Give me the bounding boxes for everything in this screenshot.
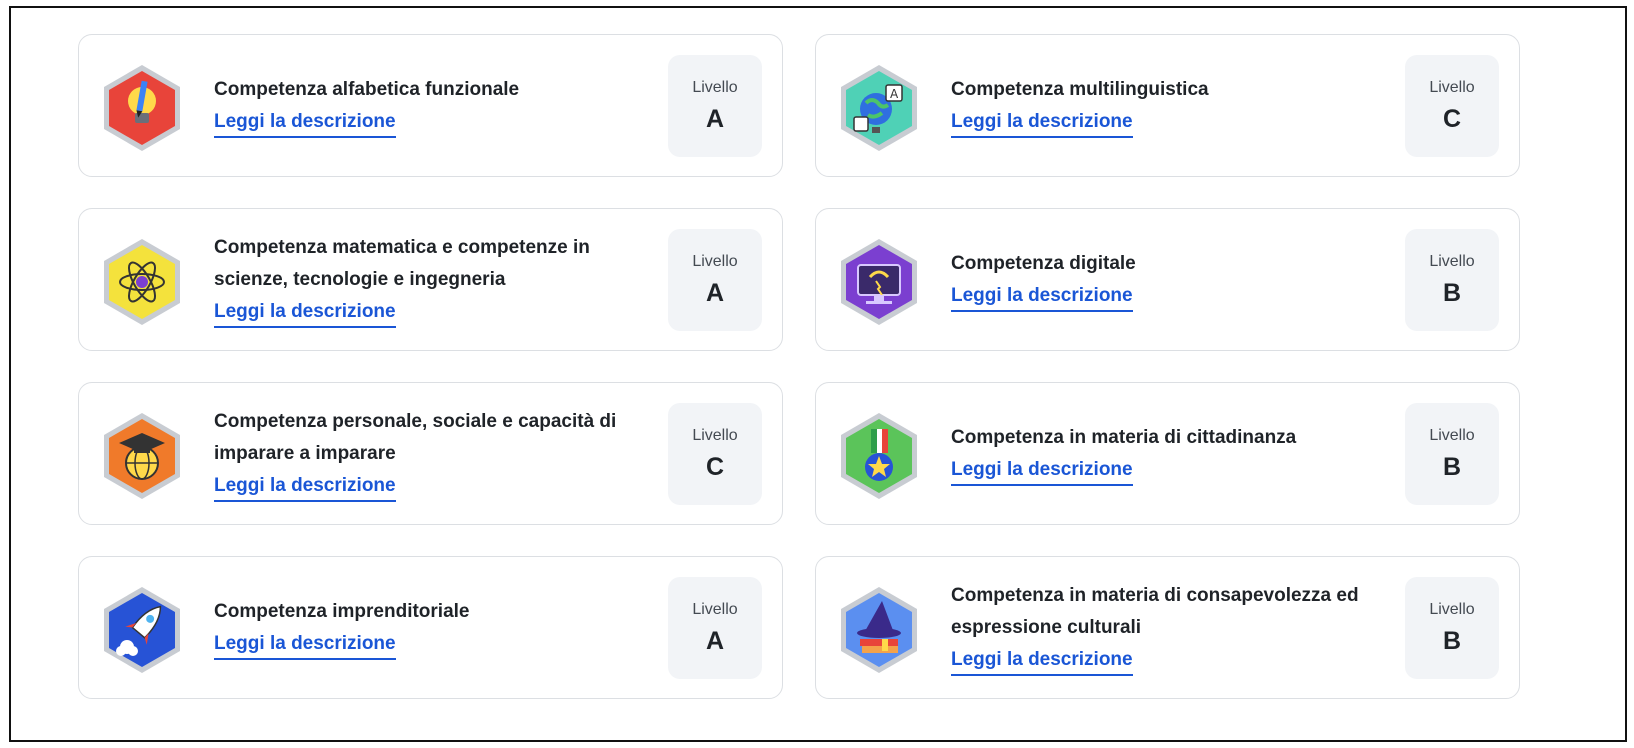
competence-title: Competenza in materia di cittadinanza (951, 426, 1297, 448)
competence-grid: Competenza alfabetica funzionale Leggi l… (78, 34, 1520, 699)
level-box: Livello B (1405, 403, 1499, 505)
level-label: Livello (692, 78, 738, 96)
level-value: A (705, 626, 725, 655)
read-description-link[interactable]: Leggi la descrizione (951, 648, 1133, 676)
level-label: Livello (692, 426, 738, 444)
level-value: B (1442, 626, 1462, 655)
level-value: C (1442, 104, 1462, 133)
competence-title: Competenza alfabetica funzionale (214, 78, 520, 100)
level-label: Livello (1429, 252, 1475, 270)
level-label: Livello (692, 252, 738, 270)
digital-monitor-icon (838, 237, 920, 327)
read-description-link[interactable]: Leggi la descrizione (951, 110, 1133, 138)
atom-icon (101, 237, 183, 327)
level-value: B (1442, 278, 1462, 307)
competence-card: Competenza personale, sociale e capacità… (78, 382, 783, 525)
competence-card: Competenza in materia di cittadinanza Le… (815, 382, 1520, 525)
level-value: C (705, 452, 725, 481)
competence-card: Competenza imprenditoriale Leggi la desc… (78, 556, 783, 699)
graduation-globe-icon (101, 411, 183, 501)
competence-card: Competenza in materia di consapevolezza … (815, 556, 1520, 699)
read-description-link[interactable]: Leggi la descrizione (214, 632, 396, 660)
read-description-link[interactable]: Leggi la descrizione (214, 474, 396, 502)
level-label: Livello (1429, 600, 1475, 618)
level-box: Livello A (668, 55, 762, 157)
level-box: Livello B (1405, 577, 1499, 679)
level-value: A (705, 278, 725, 307)
level-value: B (1442, 452, 1462, 481)
competence-card: A Competenza multilinguistica Leggi la d… (815, 34, 1520, 177)
competence-title: Competenza matematica e competenze in sc… (214, 236, 590, 290)
read-description-link[interactable]: Leggi la descrizione (951, 284, 1133, 312)
competence-title: Competenza imprenditoriale (214, 600, 470, 622)
pencil-lightbulb-icon (101, 63, 183, 153)
level-box: Livello A (668, 229, 762, 331)
globe-translation-icon: A (838, 63, 920, 153)
level-box: Livello A (668, 577, 762, 679)
rocket-icon (101, 585, 183, 675)
competence-card: Competenza matematica e competenze in sc… (78, 208, 783, 351)
level-box: Livello C (668, 403, 762, 505)
read-description-link[interactable]: Leggi la descrizione (214, 300, 396, 328)
level-value: A (705, 104, 725, 133)
level-label: Livello (1429, 426, 1475, 444)
read-description-link[interactable]: Leggi la descrizione (214, 110, 396, 138)
level-label: Livello (1429, 78, 1475, 96)
medal-star-icon (838, 411, 920, 501)
level-label: Livello (692, 600, 738, 618)
competence-title: Competenza in materia di consapevolezza … (951, 584, 1359, 638)
read-description-link[interactable]: Leggi la descrizione (951, 458, 1133, 486)
competence-card: Competenza alfabetica funzionale Leggi l… (78, 34, 783, 177)
svg-text:A: A (890, 87, 899, 101)
competence-card: Competenza digitale Leggi la descrizione… (815, 208, 1520, 351)
wizard-hat-books-icon (838, 585, 920, 675)
competence-title: Competenza multilinguistica (951, 78, 1209, 100)
level-box: Livello C (1405, 55, 1499, 157)
level-box: Livello B (1405, 229, 1499, 331)
competence-title: Competenza personale, sociale e capacità… (214, 410, 617, 464)
competence-title: Competenza digitale (951, 252, 1136, 274)
